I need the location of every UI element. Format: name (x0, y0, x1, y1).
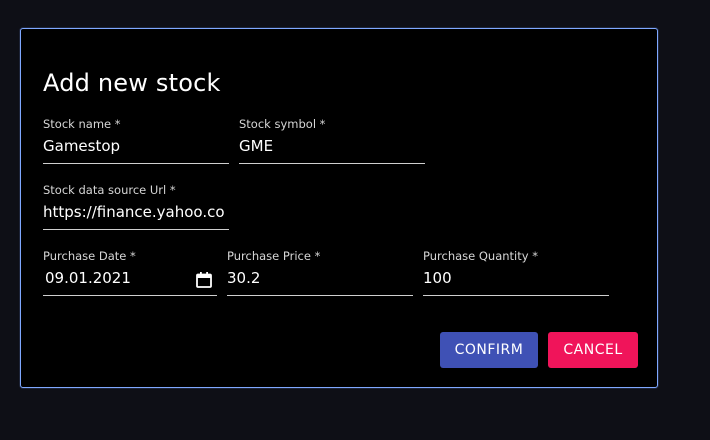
purchase-date-underline (43, 295, 217, 296)
calendar-icon[interactable] (195, 271, 213, 289)
data-source-url-input[interactable]: https://finance.yahoo.co (43, 203, 229, 221)
stock-symbol-underline (239, 163, 425, 164)
stock-symbol-input[interactable]: GME (239, 137, 425, 155)
purchase-price-field[interactable]: Purchase Price * 30.2 (227, 249, 413, 297)
stock-name-underline (43, 163, 229, 164)
data-source-url-label: Stock data source Url * (43, 183, 176, 197)
purchase-price-label: Purchase Price * (227, 249, 321, 263)
purchase-quantity-underline (423, 295, 609, 296)
data-source-url-underline (43, 229, 229, 230)
stock-name-field[interactable]: Stock name * Gamestop (43, 117, 229, 165)
purchase-date-input[interactable]: 09.01.2021 (45, 269, 187, 287)
dialog-title: Add new stock (43, 69, 221, 97)
purchase-date-label: Purchase Date * (43, 249, 136, 263)
purchase-date-field[interactable]: Purchase Date * 09.01.2021 (43, 249, 217, 297)
stock-symbol-field[interactable]: Stock symbol * GME (239, 117, 425, 165)
purchase-quantity-input[interactable]: 100 (423, 269, 609, 287)
data-source-url-field[interactable]: Stock data source Url * https://finance.… (43, 183, 229, 231)
purchase-price-input[interactable]: 30.2 (227, 269, 413, 287)
stock-name-label: Stock name * (43, 117, 121, 131)
stock-name-input[interactable]: Gamestop (43, 137, 229, 155)
purchase-quantity-label: Purchase Quantity * (423, 249, 538, 263)
confirm-button[interactable]: CONFIRM (440, 332, 538, 368)
purchase-quantity-field[interactable]: Purchase Quantity * 100 (423, 249, 609, 297)
purchase-price-underline (227, 295, 413, 296)
add-stock-dialog: Add new stock Stock name * Gamestop Stoc… (20, 28, 658, 388)
stock-symbol-label: Stock symbol * (239, 117, 326, 131)
cancel-button[interactable]: CANCEL (548, 332, 638, 368)
